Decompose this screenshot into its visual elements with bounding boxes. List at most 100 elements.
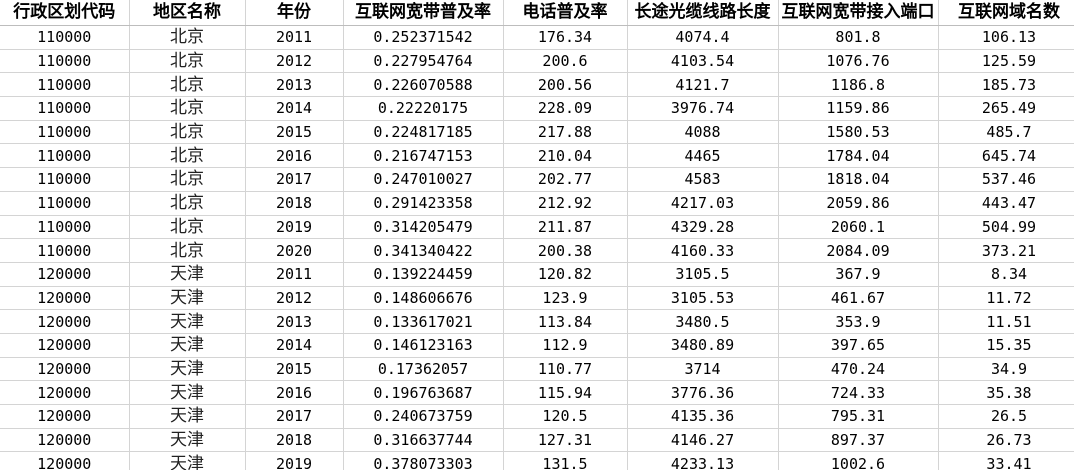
cell-broadband-penetration[interactable]: 0.148606676: [343, 286, 504, 311]
cell-year[interactable]: 2016: [245, 143, 344, 169]
cell-year[interactable]: 2016: [245, 380, 344, 405]
cell-region-name[interactable]: 天津: [129, 309, 246, 334]
cell-phone-penetration[interactable]: 212.92: [503, 191, 628, 216]
cell-region-code[interactable]: 110000: [0, 96, 130, 121]
cell-region-name[interactable]: 天津: [129, 286, 246, 311]
cell-phone-penetration[interactable]: 211.87: [503, 215, 628, 240]
cell-broadband-penetration[interactable]: 0.226070588: [343, 72, 504, 98]
cell-domain-count[interactable]: 26.73: [938, 428, 1074, 453]
cell-phone-penetration[interactable]: 200.38: [503, 238, 628, 263]
cell-broadband-ports[interactable]: 2059.86: [778, 191, 939, 216]
cell-fiber-length[interactable]: 4146.27: [627, 428, 779, 453]
cell-broadband-penetration[interactable]: 0.139224459: [343, 262, 504, 287]
cell-region-code[interactable]: 120000: [0, 357, 130, 382]
column-header-phone-penetration[interactable]: 电话普及率: [503, 0, 628, 26]
cell-year[interactable]: 2011: [245, 25, 344, 50]
cell-region-code[interactable]: 120000: [0, 262, 130, 287]
cell-region-code[interactable]: 120000: [0, 380, 130, 405]
cell-region-name[interactable]: 北京: [129, 191, 246, 216]
cell-region-code[interactable]: 110000: [0, 120, 130, 145]
cell-domain-count[interactable]: 504.99: [938, 215, 1074, 240]
cell-domain-count[interactable]: 11.51: [938, 309, 1074, 334]
cell-broadband-ports[interactable]: 724.33: [778, 380, 939, 405]
cell-year[interactable]: 2011: [245, 262, 344, 287]
cell-domain-count[interactable]: 485.7: [938, 120, 1074, 145]
cell-domain-count[interactable]: 373.21: [938, 238, 1074, 263]
cell-phone-penetration[interactable]: 123.9: [503, 286, 628, 311]
cell-broadband-penetration[interactable]: 0.316637744: [343, 428, 504, 453]
cell-fiber-length[interactable]: 4088: [627, 120, 779, 145]
cell-broadband-penetration[interactable]: 0.247010027: [343, 167, 504, 192]
cell-fiber-length[interactable]: 3480.5: [627, 309, 779, 334]
cell-region-code[interactable]: 110000: [0, 191, 130, 216]
cell-phone-penetration[interactable]: 127.31: [503, 428, 628, 453]
cell-phone-penetration[interactable]: 120.82: [503, 262, 628, 287]
cell-phone-penetration[interactable]: 113.84: [503, 309, 628, 334]
cell-fiber-length[interactable]: 4465: [627, 143, 779, 169]
cell-broadband-ports[interactable]: 1186.8: [778, 72, 939, 98]
cell-fiber-length[interactable]: 4583: [627, 167, 779, 192]
cell-broadband-penetration[interactable]: 0.224817185: [343, 120, 504, 145]
cell-broadband-ports[interactable]: 1580.53: [778, 120, 939, 145]
cell-year[interactable]: 2019: [245, 451, 344, 470]
cell-broadband-penetration[interactable]: 0.378073303: [343, 451, 504, 470]
cell-fiber-length[interactable]: 4233.13: [627, 451, 779, 470]
cell-year[interactable]: 2020: [245, 238, 344, 263]
cell-region-name[interactable]: 北京: [129, 143, 246, 169]
cell-broadband-penetration[interactable]: 0.216747153: [343, 143, 504, 169]
cell-broadband-ports[interactable]: 397.65: [778, 333, 939, 358]
cell-year[interactable]: 2017: [245, 404, 344, 429]
cell-broadband-ports[interactable]: 2084.09: [778, 238, 939, 263]
cell-region-name[interactable]: 北京: [129, 238, 246, 263]
cell-fiber-length[interactable]: 3105.53: [627, 286, 779, 311]
cell-broadband-penetration[interactable]: 0.341340422: [343, 238, 504, 263]
cell-region-name[interactable]: 天津: [129, 428, 246, 453]
cell-fiber-length[interactable]: 4160.33: [627, 238, 779, 263]
cell-year[interactable]: 2012: [245, 49, 344, 74]
cell-phone-penetration[interactable]: 120.5: [503, 404, 628, 429]
cell-broadband-penetration[interactable]: 0.227954764: [343, 49, 504, 74]
column-header-broadband-penetration[interactable]: 互联网宽带普及率: [343, 0, 504, 26]
cell-phone-penetration[interactable]: 200.56: [503, 72, 628, 98]
cell-broadband-ports[interactable]: 2060.1: [778, 215, 939, 240]
cell-broadband-ports[interactable]: 1076.76: [778, 49, 939, 74]
cell-domain-count[interactable]: 125.59: [938, 49, 1074, 74]
cell-broadband-ports[interactable]: 367.9: [778, 262, 939, 287]
cell-domain-count[interactable]: 645.74: [938, 143, 1074, 169]
cell-domain-count[interactable]: 34.9: [938, 357, 1074, 382]
cell-broadband-penetration[interactable]: 0.252371542: [343, 25, 504, 50]
cell-domain-count[interactable]: 11.72: [938, 286, 1074, 311]
cell-broadband-penetration[interactable]: 0.146123163: [343, 333, 504, 358]
cell-region-name[interactable]: 北京: [129, 49, 246, 74]
cell-fiber-length[interactable]: 3776.36: [627, 380, 779, 405]
cell-broadband-ports[interactable]: 1784.04: [778, 143, 939, 169]
cell-region-name[interactable]: 天津: [129, 333, 246, 358]
cell-year[interactable]: 2019: [245, 215, 344, 240]
cell-year[interactable]: 2013: [245, 309, 344, 334]
cell-phone-penetration[interactable]: 115.94: [503, 380, 628, 405]
cell-region-code[interactable]: 110000: [0, 215, 130, 240]
cell-year[interactable]: 2013: [245, 72, 344, 98]
cell-domain-count[interactable]: 33.41: [938, 451, 1074, 470]
cell-fiber-length[interactable]: 4121.7: [627, 72, 779, 98]
cell-domain-count[interactable]: 106.13: [938, 25, 1074, 50]
cell-region-code[interactable]: 110000: [0, 25, 130, 50]
cell-domain-count[interactable]: 35.38: [938, 380, 1074, 405]
cell-broadband-ports[interactable]: 795.31: [778, 404, 939, 429]
cell-region-code[interactable]: 110000: [0, 238, 130, 263]
cell-region-name[interactable]: 天津: [129, 380, 246, 405]
cell-region-code[interactable]: 120000: [0, 286, 130, 311]
cell-year[interactable]: 2017: [245, 167, 344, 192]
cell-broadband-penetration[interactable]: 0.196763687: [343, 380, 504, 405]
cell-broadband-penetration[interactable]: 0.133617021: [343, 309, 504, 334]
cell-fiber-length[interactable]: 3976.74: [627, 96, 779, 121]
cell-broadband-penetration[interactable]: 0.240673759: [343, 404, 504, 429]
cell-region-name[interactable]: 北京: [129, 25, 246, 50]
cell-broadband-penetration[interactable]: 0.291423358: [343, 191, 504, 216]
cell-region-name[interactable]: 天津: [129, 357, 246, 382]
cell-broadband-ports[interactable]: 801.8: [778, 25, 939, 50]
cell-year[interactable]: 2014: [245, 333, 344, 358]
cell-region-code[interactable]: 120000: [0, 451, 130, 470]
cell-domain-count[interactable]: 443.47: [938, 191, 1074, 216]
cell-region-code[interactable]: 120000: [0, 404, 130, 429]
